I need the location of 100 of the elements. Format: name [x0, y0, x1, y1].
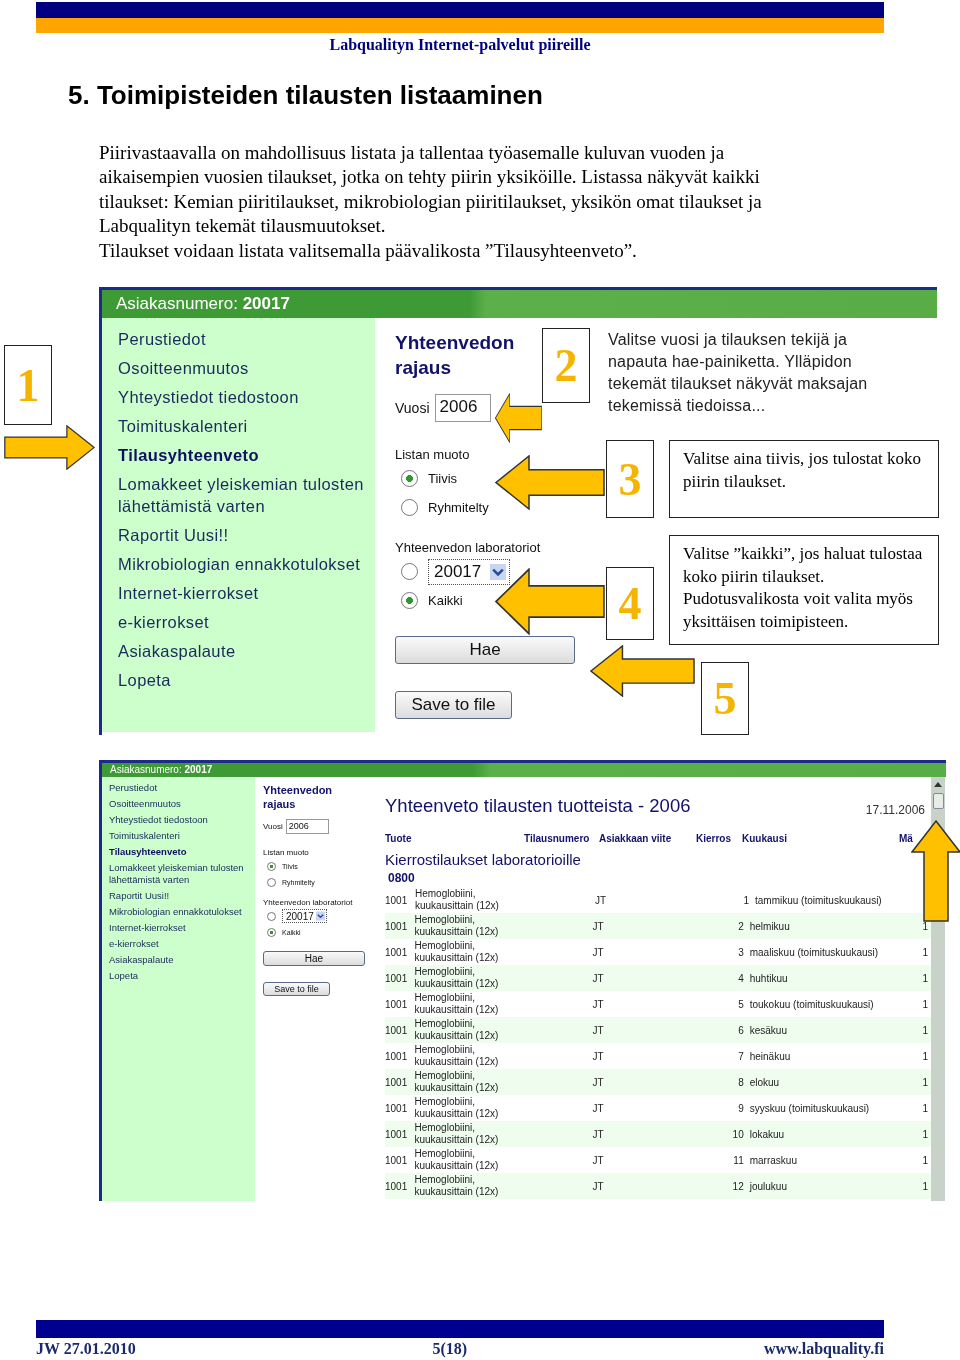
lab-dropdown[interactable]: 20017 — [282, 909, 327, 923]
menu-item[interactable]: Lopeta — [109, 970, 255, 982]
table-cell: 1 — [922, 1024, 928, 1036]
table-cell: 1 — [922, 946, 928, 958]
table-cell-text: JT — [592, 1102, 605, 1114]
field-label: Vuosi — [395, 400, 430, 416]
table-cell-text: syyskuu (toimituskuukausi) — [749, 1102, 871, 1114]
callout-box: Valitse aina tiivis, jos tulostat koko piirin tilaukset. — [669, 440, 939, 518]
column-header: Kuukausi — [742, 833, 788, 844]
table-cell-text: JT — [592, 998, 605, 1010]
table-cell-text: Hemoglobiini, kuukausittain (12x) — [414, 992, 500, 1016]
table-cell: 1 — [922, 920, 928, 932]
scroll-up-icon[interactable] — [934, 782, 942, 787]
menu-item[interactable]: Lomakkeet yleiskemian tulosten lähettämistä varten — [118, 473, 375, 517]
menu-item[interactable]: Toimituskalenteri — [118, 415, 375, 437]
radio-button[interactable] — [267, 927, 276, 937]
menu-item[interactable]: Perustiedot — [118, 328, 375, 350]
table-cell-text: huhtikuu — [749, 972, 789, 984]
scroll-thumb[interactable] — [932, 793, 944, 809]
field-label: Vuosi — [263, 822, 283, 831]
radio-label: Ryhmitelty — [428, 500, 489, 515]
section-heading: 5. Toimipisteiden tilausten listaaminen — [68, 80, 544, 112]
menu-item[interactable]: Toimituskalenteri — [109, 830, 255, 842]
callout-text: Valitse vuosi ja tilauksen tekijä ja napauta hae-painiketta. Ylläpidon tekemät tilaukset näkyvät maksajan tekemissä tiedoissa... — [608, 330, 869, 416]
table-cell-text: Hemoglobiini, kuukausittain (12x) — [415, 888, 500, 912]
table-cell-text: helmikuu — [749, 920, 791, 932]
table-cell-text: 6 — [737, 1024, 744, 1036]
menu-item[interactable]: Lomakkeet yleiskemian tulosten lähettämistä varten — [109, 862, 255, 886]
menu-item[interactable]: Asiakaspalaute — [109, 954, 255, 966]
table-cell-text: toukokuu (toimituskuukausi) — [749, 998, 875, 1010]
menu-item[interactable]: Asiakaspalaute — [118, 640, 375, 662]
form-button[interactable]: Save to file — [263, 982, 330, 996]
menu-item[interactable]: Osoitteenmuutos — [118, 357, 375, 379]
menu-item[interactable]: Raportit Uusi!! — [118, 524, 375, 546]
table-cell-text: 4 — [737, 972, 744, 984]
form-button[interactable]: Hae — [263, 951, 365, 966]
radio-button[interactable] — [267, 877, 276, 887]
table-cell-text: 7 — [737, 1050, 744, 1062]
menu-item[interactable]: Internet-kierrokset — [118, 582, 375, 604]
table-cell: 1 — [922, 1154, 928, 1166]
menu-item[interactable]: Tilausyhteenveto — [109, 846, 255, 858]
lab-dropdown[interactable]: 20017 — [428, 558, 510, 585]
table-cell-text: joulukuu — [749, 1180, 788, 1192]
radio-button[interactable] — [401, 499, 418, 516]
panel-title: Yhteenvedon rajaus — [263, 783, 334, 811]
radio-button[interactable] — [401, 563, 418, 580]
year-field[interactable]: 2006 — [434, 394, 491, 422]
customer-number: Asiakasnumero: 20017 — [116, 294, 290, 313]
form-button[interactable]: Hae — [395, 636, 575, 664]
table-cell-text: JT — [592, 972, 605, 984]
table-cell-text: JT — [592, 1076, 605, 1088]
table-cell-text: Hemoglobiini, kuukausittain (12x) — [414, 966, 500, 990]
step-number: 1 — [4, 345, 52, 425]
step-number: 4 — [606, 567, 654, 640]
document-header: Labqualityn Internet-palvelut piireille — [328, 36, 592, 54]
table-cell-text: marraskuu — [749, 1154, 798, 1166]
table-cell-text: Hemoglobiini, kuukausittain (12x) — [414, 1174, 500, 1198]
group-label: Yhteenvedon laboratoriot — [395, 539, 542, 557]
table-cell-text: 1001 — [385, 1102, 409, 1114]
menu-item[interactable]: Perustiedot — [109, 782, 255, 794]
radio-button[interactable] — [401, 592, 418, 609]
menu-item[interactable]: e-kierrokset — [109, 938, 255, 950]
table-cell: 1 — [922, 1128, 928, 1140]
table-cell-text: 2 — [737, 920, 744, 932]
menu-item[interactable]: Yhteystiedot tiedostoon — [118, 386, 375, 408]
section-title: Kierrostilaukset laboratorioille — [385, 851, 582, 869]
table-cell-text: 1001 — [385, 998, 409, 1010]
table-cell-text: 3 — [737, 946, 744, 958]
table-cell: 1 — [922, 972, 928, 984]
table-cell: 1 — [922, 998, 928, 1010]
group-label: Listan muoto — [263, 848, 310, 858]
table-cell-text: JT — [592, 1154, 605, 1166]
year-field[interactable]: 2006 — [285, 819, 329, 834]
table-cell: 1 — [922, 1180, 928, 1192]
report-title: Yhteenveto tilausten tuotteista - 2006 — [385, 795, 691, 817]
table-cell-text: 1001 — [385, 1180, 409, 1192]
menu-item[interactable]: Yhteystiedot tiedostoon — [109, 814, 255, 826]
radio-button[interactable] — [401, 470, 418, 487]
form-button[interactable]: Save to file — [395, 691, 512, 719]
menu-item[interactable]: Tilausyhteenveto — [118, 444, 375, 466]
radio-button[interactable] — [267, 861, 276, 871]
menu-item[interactable]: Osoitteenmuutos — [109, 798, 255, 810]
table-cell-text: 1001 — [385, 1050, 409, 1062]
radio-button[interactable] — [267, 911, 276, 921]
column-header: Asiakkaan viite — [599, 833, 673, 844]
customer-number: Asiakasnumero: 20017 — [110, 764, 213, 775]
footer-link[interactable]: www.labquality.fi — [763, 1340, 884, 1358]
table-cell-text: tammikuu (toimituskuukausi) — [755, 894, 883, 906]
table-cell-text: 1001 — [385, 946, 409, 958]
paragraph: Piirivastaavalla on mahdollisuus listata ja tallentaa työasemalle kuluvan vuoden ja aikaisempien vuosien tilaukset, jotka on tehty piirin yksiköille. Listassa näkyvät kaikki tilaukset: Kemian piiritilaukset, mikrobiologian piiritilaukset, yksikön omat tilaukset ja Labqualityn tekemät tilausmuutokset. — [99, 141, 763, 239]
menu-item[interactable]: Internet-kierrokset — [109, 922, 255, 934]
menu-item[interactable]: Mikrobiologian ennakkotulokset — [109, 906, 255, 918]
menu-item[interactable]: Lopeta — [118, 669, 375, 691]
table-cell: 1 — [922, 1102, 928, 1114]
menu-item[interactable]: Mikrobiologian ennakkotulokset — [118, 553, 375, 575]
table-cell-text: heinäkuu — [749, 1050, 792, 1062]
table-cell-text: elokuu — [749, 1076, 781, 1088]
menu-item[interactable]: e-kierrokset — [118, 611, 375, 633]
menu-item[interactable]: Raportit Uusi!! — [109, 890, 255, 902]
column-header: Kierros — [696, 833, 732, 844]
